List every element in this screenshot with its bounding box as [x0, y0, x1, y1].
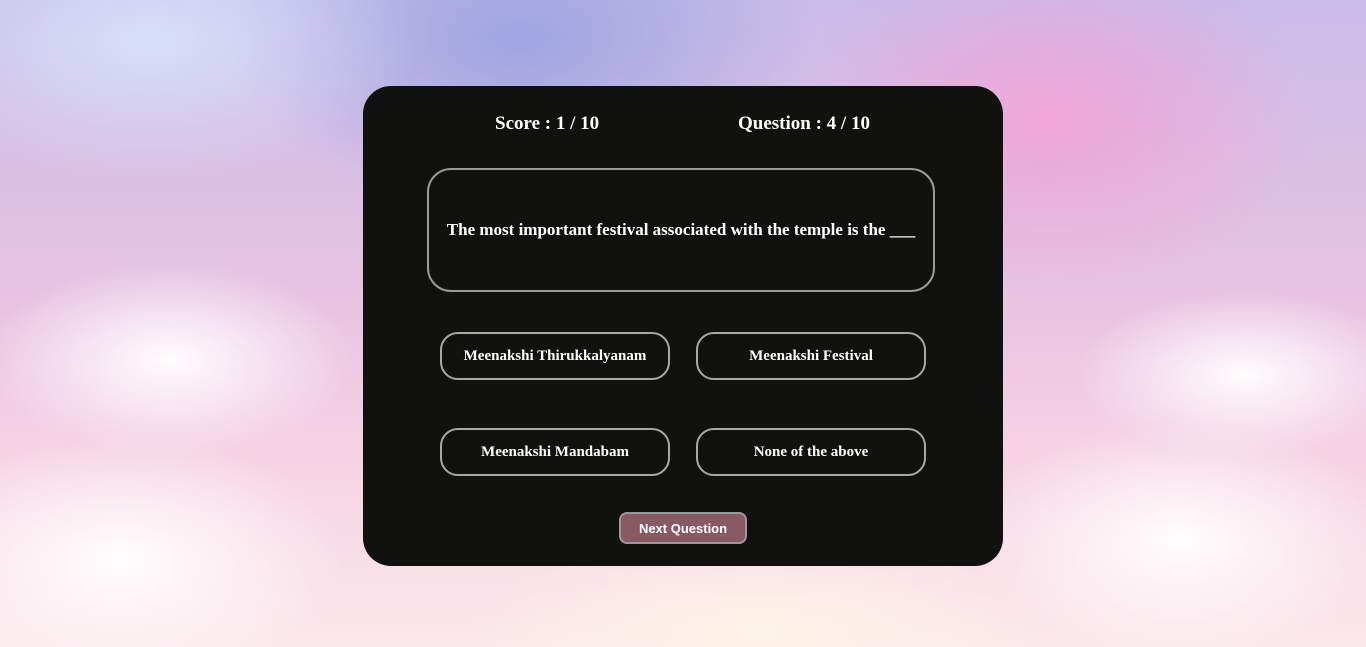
question-box: The most important festival associated w… — [427, 168, 935, 292]
option-button-4[interactable]: None of the above — [696, 428, 926, 476]
question-counter: Question : 4 / 10 — [738, 113, 870, 134]
option-button-3[interactable]: Meenakshi Mandabam — [440, 428, 670, 476]
question-text: The most important festival associated w… — [446, 220, 916, 239]
option-button-1[interactable]: Meenakshi Thirukkalyanam — [440, 332, 670, 380]
quiz-card — [363, 86, 1003, 566]
option-button-2[interactable]: Meenakshi Festival — [696, 332, 926, 380]
next-question-button[interactable]: Next Question — [619, 512, 747, 544]
score-display: Score : 1 / 10 — [495, 113, 600, 134]
